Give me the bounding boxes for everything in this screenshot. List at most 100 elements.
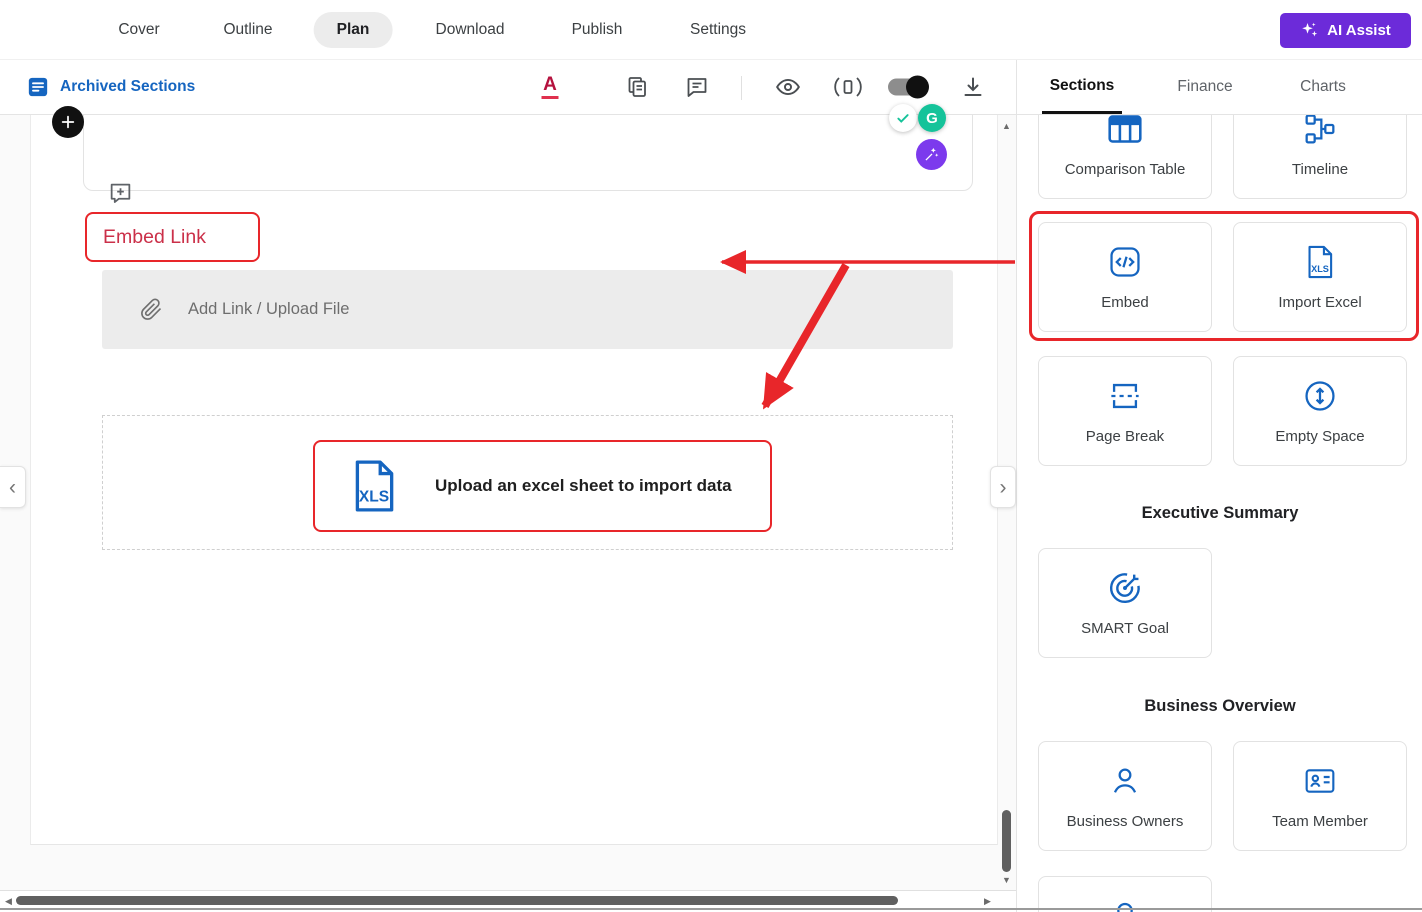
window-bottom-edge	[0, 908, 1422, 910]
grammarly-letter: G	[926, 109, 938, 127]
top-navigation: Cover Outline Plan Download Publish Sett…	[0, 0, 1422, 60]
eye-icon	[776, 78, 800, 96]
collapse-right-panel-handle[interactable]: ›	[990, 466, 1016, 508]
annotation-box-embed-link: Embed Link	[85, 212, 260, 262]
document-canvas: Embed Link Add Link / Upload File XLS Up…	[30, 115, 998, 845]
card-label: Team Member	[1272, 813, 1368, 830]
section-card-smart-goal[interactable]: SMART Goal	[1038, 548, 1212, 658]
tab-finance[interactable]: Finance	[1165, 60, 1245, 114]
nav-tab-settings[interactable]: Settings	[690, 21, 746, 39]
sparkles-icon	[1302, 22, 1318, 37]
suggestion-check-button[interactable]	[889, 104, 917, 132]
paperclip-icon	[141, 298, 162, 320]
comment-icon	[687, 78, 707, 97]
add-block-button[interactable]	[52, 106, 84, 138]
section-card-business-owners[interactable]: Business Owners	[1038, 741, 1212, 851]
scroll-left-arrow[interactable]: ◀	[5, 896, 12, 907]
card-label: Embed	[1101, 294, 1149, 311]
magic-wand-button[interactable]	[916, 139, 947, 170]
nav-tab-cover[interactable]: Cover	[118, 21, 159, 39]
font-color-button[interactable]: A	[541, 74, 559, 99]
xls-icon-label: XLS	[359, 489, 389, 506]
card-label: SMART Goal	[1081, 620, 1169, 637]
grammarly-button[interactable]: G	[918, 104, 946, 132]
sidebar-tab-bar: Sections Finance Charts	[1016, 60, 1422, 115]
embed-link-title[interactable]: Embed Link	[103, 226, 206, 249]
upload-excel-label: Upload an excel sheet to import data	[435, 476, 732, 495]
upload-excel-button[interactable]: XLS Upload an excel sheet to import data	[313, 440, 772, 532]
section-card-team-member[interactable]: Team Member	[1233, 741, 1407, 851]
toggle-track	[888, 75, 929, 99]
section-card-import-excel[interactable]: XLS Import Excel	[1233, 222, 1407, 332]
add-comment-button[interactable]	[108, 181, 133, 211]
copy-icon	[628, 77, 646, 97]
device-preview-icon	[834, 77, 862, 97]
collapse-left-panel-handle[interactable]: ‹	[0, 466, 26, 508]
page-break-icon	[1108, 379, 1142, 413]
nav-tab-outline[interactable]: Outline	[223, 21, 272, 39]
nav-tab-plan[interactable]: Plan	[313, 12, 393, 48]
section-card-empty-space[interactable]: Empty Space	[1233, 356, 1407, 466]
xls-file-icon: XLS	[1305, 245, 1335, 279]
vertical-scroll-thumb[interactable]	[1002, 810, 1011, 872]
xls-icon-label: XLS	[1311, 264, 1329, 274]
download-icon	[964, 77, 982, 96]
section-card-comparison-table[interactable]: Comparison Table	[1038, 115, 1212, 199]
chevron-left-icon: ‹	[9, 475, 16, 499]
section-card-page-break[interactable]: Page Break	[1038, 356, 1212, 466]
section-card-partial[interactable]	[1038, 876, 1212, 912]
archived-sections-icon	[28, 77, 48, 97]
group-heading-executive-summary: Executive Summary	[1141, 504, 1299, 522]
empty-space-icon	[1303, 379, 1337, 413]
timeline-icon	[1304, 115, 1336, 146]
person-icon	[1109, 764, 1141, 798]
scroll-up-arrow[interactable]: ▲	[1002, 121, 1011, 131]
check-icon	[897, 114, 909, 123]
ai-assist-label: AI Assist	[1327, 22, 1391, 39]
device-preview-button[interactable]	[834, 75, 862, 99]
comment-button[interactable]	[685, 75, 709, 99]
scroll-down-arrow[interactable]: ▼	[1002, 875, 1011, 885]
tab-charts[interactable]: Charts	[1283, 60, 1363, 114]
comparison-table-icon	[1108, 115, 1142, 146]
card-label: Page Break	[1085, 428, 1165, 445]
plus-icon	[61, 115, 75, 129]
font-color-letter: A	[543, 74, 557, 95]
preview-button[interactable]	[775, 74, 801, 100]
group-heading-business-overview: Business Overview	[1144, 697, 1296, 715]
section-card-timeline[interactable]: Timeline	[1233, 115, 1407, 199]
nav-tab-download[interactable]: Download	[436, 21, 505, 39]
tab-sections[interactable]: Sections	[1042, 60, 1122, 114]
card-label: Comparison Table	[1064, 161, 1186, 178]
font-color-swatch	[541, 96, 559, 99]
card-label: Empty Space	[1275, 428, 1365, 445]
mode-toggle[interactable]	[888, 75, 929, 99]
ai-assist-button[interactable]: AI Assist	[1280, 13, 1411, 48]
card-label: Business Owners	[1066, 813, 1184, 830]
add-link-label: Add Link / Upload File	[188, 300, 350, 318]
card-label: Timeline	[1291, 161, 1349, 178]
archived-sections-label: Archived Sections	[60, 78, 196, 95]
download-button[interactable]	[961, 75, 985, 99]
editor-toolbar: Archived Sections A	[0, 60, 1017, 115]
comment-plus-icon	[110, 183, 131, 203]
archived-sections-link[interactable]: Archived Sections	[27, 60, 195, 114]
copy-button[interactable]	[625, 75, 649, 99]
content-block[interactable]	[83, 115, 973, 191]
person-pin-icon	[1109, 899, 1141, 912]
add-link-upload-field[interactable]: Add Link / Upload File	[102, 270, 953, 349]
section-card-embed[interactable]: Embed	[1038, 222, 1212, 332]
sections-panel: Comparison Table Timeline Embed XLS Impo…	[1016, 115, 1422, 912]
magic-wand-icon	[925, 147, 939, 161]
smart-goal-icon	[1108, 571, 1142, 605]
editor-main-area: Embed Link Add Link / Upload File XLS Up…	[0, 115, 1016, 912]
nav-tab-publish[interactable]: Publish	[572, 21, 623, 39]
scroll-right-arrow[interactable]: ▶	[984, 896, 991, 907]
horizontal-scroll-thumb[interactable]	[16, 896, 898, 905]
xls-file-icon: XLS	[355, 460, 394, 512]
toolbar-divider	[741, 76, 742, 100]
chevron-right-icon: ›	[999, 475, 1007, 499]
id-badge-icon	[1303, 764, 1337, 798]
embed-code-icon	[1108, 245, 1142, 279]
card-label: Import Excel	[1278, 294, 1362, 311]
